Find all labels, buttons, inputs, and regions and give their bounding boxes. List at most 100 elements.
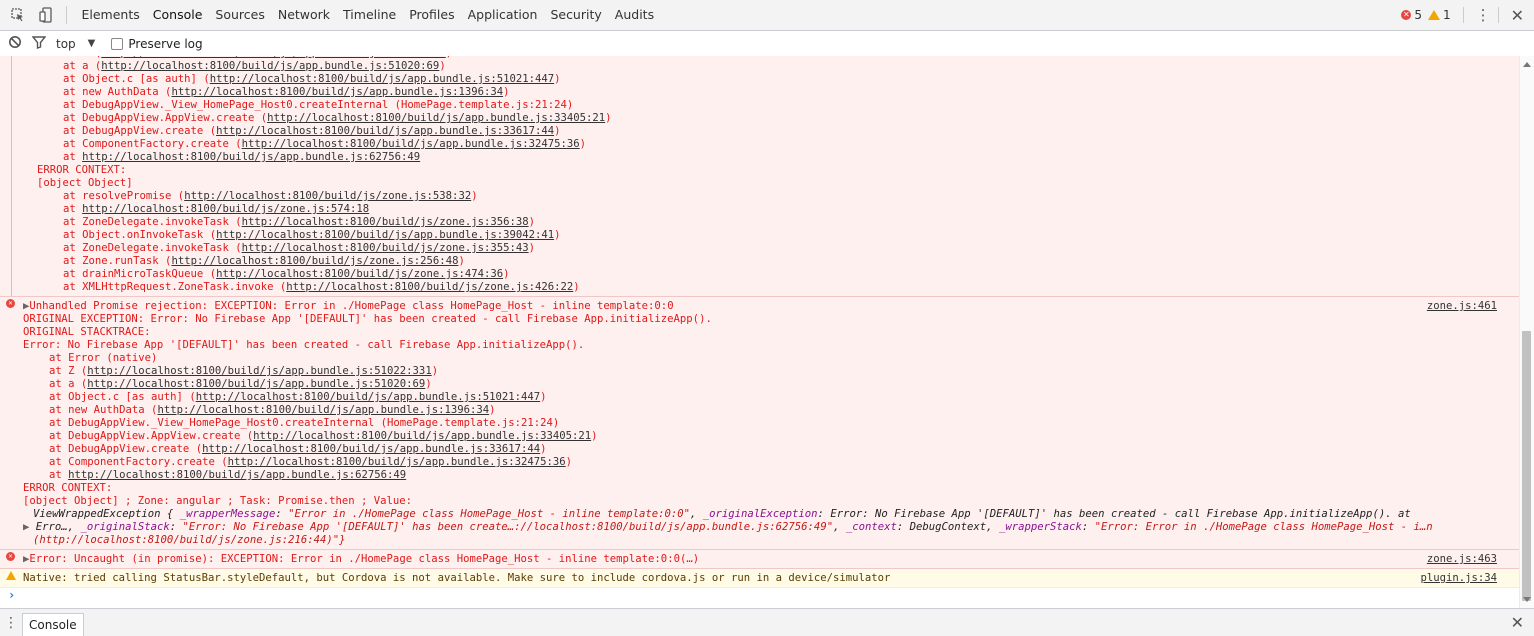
source-link[interactable]: plugin.js:34: [1420, 572, 1497, 585]
scrollbar-thumb[interactable]: [1522, 331, 1531, 601]
stack-frame-link[interactable]: http://localhost:8100/build/js/app.bundl…: [82, 151, 420, 163]
stack-frame-text: ): [471, 190, 478, 202]
source-link[interactable]: zone.js:463: [1427, 553, 1497, 566]
stack-frame-text: ): [425, 378, 432, 390]
object-preview-line[interactable]: ▶ Erro…, _originalStack: "Error: No Fire…: [23, 521, 1520, 534]
close-devtools-icon[interactable]: ✕: [1511, 6, 1524, 25]
stack-frame-link[interactable]: http://localhost:8100/build/js/zone.js:3…: [242, 216, 529, 228]
more-options-icon[interactable]: ⋮: [1476, 8, 1491, 23]
tab-security[interactable]: Security: [544, 0, 608, 30]
preserve-log-checkbox[interactable]: [111, 37, 124, 50]
stack-frame-text: at resolvePromise (: [63, 190, 185, 202]
stack-frame-text: at: [63, 203, 83, 215]
tab-network[interactable]: Network: [271, 0, 336, 30]
source-link[interactable]: zone.js:461: [1427, 300, 1497, 313]
inspect-element-icon[interactable]: [10, 7, 26, 23]
stack-frame-text: at Object.c [as auth] (: [63, 73, 210, 85]
console-prompt[interactable]: ›: [0, 588, 1520, 606]
drawer-menu-icon[interactable]: ⋮: [0, 615, 22, 631]
object-key: _originalException: [702, 508, 818, 520]
message-title-row[interactable]: ▶Error: Uncaught (in promise): EXCEPTION…: [23, 553, 1520, 566]
tab-application[interactable]: Application: [461, 0, 544, 30]
stack-frame-link[interactable]: http://localhost:8100/build/js/zone.js:3…: [242, 242, 529, 254]
tab-timeline[interactable]: Timeline: [337, 0, 403, 30]
stack-frame-link[interactable]: http://localhost:8100/build/js/zone.js:4…: [286, 281, 573, 293]
prompt-chevron-icon: ›: [8, 588, 16, 602]
object-preview-line[interactable]: ViewWrappedException { _wrapperMessage: …: [23, 508, 1520, 521]
object-preview-line: (http://localhost:8100/build/js/zone.js:…: [33, 534, 346, 546]
warning-count-badge[interactable]: 1: [1427, 8, 1451, 22]
console-messages: at Z (http://localhost:8100/build/js/app…: [0, 56, 1520, 608]
close-drawer-icon[interactable]: ✕: [1511, 613, 1524, 632]
stack-frame-text: ): [439, 60, 446, 72]
clear-console-icon[interactable]: [8, 35, 22, 52]
stack-frame-link[interactable]: http://localhost:8100/build/js/app.bundl…: [196, 391, 540, 403]
toolbar-divider: [1497, 7, 1499, 23]
tab-sources[interactable]: Sources: [209, 0, 271, 30]
stack-frame-link[interactable]: http://localhost:8100/build/js/app.bundl…: [157, 404, 489, 416]
stack-frame-link[interactable]: http://localhost:8100/build/js/app.bundl…: [68, 469, 406, 481]
stack-frame-text: at XMLHttpRequest.ZoneTask.invoke (: [63, 281, 287, 293]
object-key: _wrapperStack: [998, 521, 1082, 533]
tab-profiles[interactable]: Profiles: [403, 0, 461, 30]
drawer-tab-console[interactable]: Console: [22, 613, 84, 636]
stack-frame-link[interactable]: http://localhost:8100/build/js/zone.js:4…: [216, 268, 503, 280]
object-key: _context: [845, 521, 897, 533]
scroll-down-arrow-icon[interactable]: [1523, 597, 1531, 602]
stack-frame-text: at a (: [63, 60, 102, 72]
stack-trace: at Z (http://localhost:8100/build/js/app…: [0, 56, 1520, 164]
error-count: 5: [1414, 8, 1422, 22]
devtools-toolbar: Elements Console Sources Network Timeline Pro…: [0, 0, 1534, 31]
stack-frame-link[interactable]: http://localhost:8100/build/js/app.bundl…: [101, 56, 445, 59]
tab-elements[interactable]: Elements: [75, 0, 146, 30]
filter-icon[interactable]: [31, 35, 47, 52]
stack-frame-link[interactable]: http://localhost:8100/build/js/zone.js:5…: [184, 190, 471, 202]
stack-trace: at Error (native) at Z (http://localhost:…: [23, 352, 1520, 482]
stack-frame: at resolvePromise (http://localhost:8100…: [63, 190, 1520, 203]
context-selector[interactable]: top ▼: [56, 37, 95, 51]
stack-frame-text: at DebugAppView.create (: [63, 125, 217, 137]
stack-frame-text: at new AuthData (: [63, 86, 172, 98]
message-title-row[interactable]: ▶Unhandled Promise rejection: EXCEPTION:…: [23, 300, 1520, 313]
preserve-log-option[interactable]: Preserve log: [111, 37, 203, 51]
stack-frame-link[interactable]: http://localhost:8100/build/js/app.bundl…: [210, 73, 554, 85]
stack-frame-link[interactable]: http://localhost:8100/build/js/zone.js:5…: [82, 203, 369, 215]
device-mode-icon[interactable]: [38, 7, 54, 23]
stack-frame-link[interactable]: http://localhost:8100/build/js/app.bundl…: [101, 60, 439, 72]
stack-frame: at Zone.runTask (http://localhost:8100/b…: [63, 255, 1520, 268]
stack-frame-link[interactable]: http://localhost:8100/build/js/app.bundl…: [87, 365, 431, 377]
stack-frame-text: ): [446, 56, 452, 59]
stack-frame-text: ): [431, 365, 439, 377]
tab-console[interactable]: Console: [146, 0, 209, 30]
stack-frame: at XMLHttpRequest.ZoneTask.invoke (http:…: [63, 281, 1520, 294]
object-value: Erro…,: [35, 521, 75, 533]
expand-triangle-icon[interactable]: ▶: [23, 521, 29, 533]
stack-frame-text: at Object.c [as auth] (: [49, 391, 196, 403]
error-count-badge[interactable]: ✕ 5: [1401, 8, 1422, 22]
tab-audits[interactable]: Audits: [608, 0, 660, 30]
stack-frame: at DebugAppView.AppView.create (http://l…: [49, 430, 1520, 443]
stack-frame-link[interactable]: http://localhost:8100/build/js/app.bundl…: [242, 138, 580, 150]
stack-frame-link[interactable]: http://localhost:8100/build/js/app.bundl…: [202, 443, 540, 455]
console-error-message: ✕ ▶Error: Uncaught (in promise): EXCEPTI…: [0, 550, 1520, 569]
stack-frame-text: at DebugAppView.create (: [49, 443, 203, 455]
stack-frame: at DebugAppView.AppView.create (http://l…: [63, 112, 1520, 125]
stack-frame: at http://localhost:8100/build/js/app.bu…: [49, 469, 1520, 482]
stack-frame-link[interactable]: http://localhost:8100/build/js/app.bundl…: [253, 430, 591, 442]
stack-frame-link[interactable]: http://localhost:8100/build/js/app.bundl…: [267, 112, 605, 124]
stack-frame: at http://localhost:8100/build/js/app.bu…: [63, 151, 1520, 164]
warning-count: 1: [1442, 8, 1451, 22]
stack-frame: at DebugAppView.create (http://localhost…: [63, 125, 1520, 138]
stack-frame-link[interactable]: http://localhost:8100/build/js/app.bundl…: [216, 229, 554, 241]
stack-frame: at new AuthData (http://localhost:8100/b…: [49, 404, 1520, 417]
scroll-up-arrow-icon[interactable]: [1523, 62, 1531, 67]
object-value: Error: No Firebase App '[DEFAULT]' has b…: [830, 508, 1411, 520]
stack-frame-text: ): [503, 268, 510, 280]
stack-frame-link[interactable]: http://localhost:8100/build/js/app.bundl…: [87, 378, 425, 390]
stack-frame-link[interactable]: http://localhost:8100/build/js/app.bundl…: [216, 125, 554, 137]
stack-frame-link[interactable]: http://localhost:8100/build/js/app.bundl…: [228, 456, 566, 468]
stack-frame-link[interactable]: http://localhost:8100/build/js/app.bundl…: [171, 86, 503, 98]
stack-frame: at Object.c [as auth] (http://localhost:…: [63, 73, 1520, 86]
stack-frame-link[interactable]: http://localhost:8100/build/js/zone.js:2…: [171, 255, 458, 267]
console-scrollbar[interactable]: [1519, 56, 1534, 608]
